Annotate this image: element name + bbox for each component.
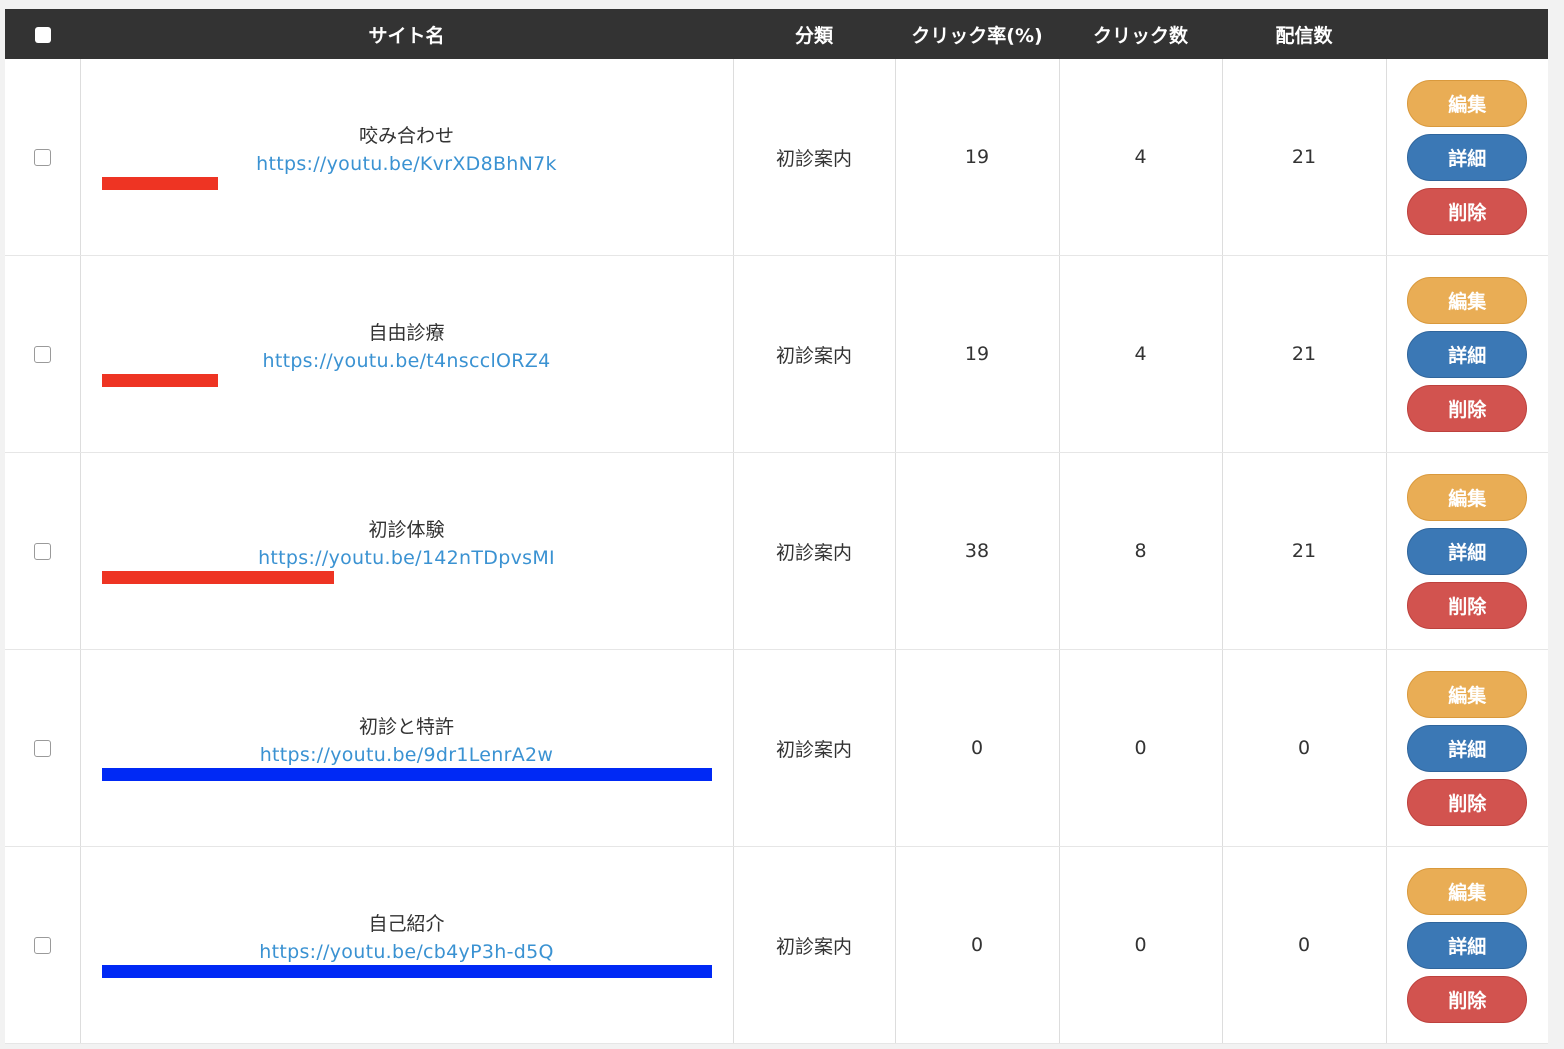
delete-button[interactable]: 削除: [1407, 384, 1528, 432]
table-row: 咬み合わせ https://youtu.be/KvrXD8BhN7k 初診案内 …: [5, 59, 1548, 256]
site-cell: 初診と特許 https://youtu.be/9dr1LenrA2w: [80, 649, 734, 847]
actions-cell: 編集 詳細 削除: [1386, 452, 1548, 650]
actions-cell: 編集 詳細 削除: [1386, 255, 1548, 453]
site-url-link[interactable]: https://youtu.be/cb4yP3h-d5Q: [81, 938, 733, 966]
row-select-cell: [5, 452, 81, 650]
click-rate-bar: [101, 374, 218, 387]
row-select-cell: [5, 846, 81, 1044]
site-name: 自由診療: [368, 322, 445, 344]
site-name: 咬み合わせ: [358, 125, 454, 147]
click-rate-cell: 0: [895, 846, 1060, 1044]
detail-button[interactable]: 詳細: [1407, 921, 1528, 969]
site-cell: 初診体験 https://youtu.be/142nTDpvsMI: [80, 452, 734, 650]
deliveries-cell: 21: [1222, 59, 1387, 256]
delete-button[interactable]: 削除: [1407, 581, 1528, 629]
delete-button[interactable]: 削除: [1407, 187, 1528, 235]
clicks-cell: 0: [1059, 846, 1223, 1044]
table-row: 初診と特許 https://youtu.be/9dr1LenrA2w 初診案内 …: [5, 649, 1548, 847]
clicks-cell: 4: [1059, 255, 1223, 453]
site-name: 初診と特許: [358, 716, 454, 738]
category-cell: 初診案内: [733, 255, 896, 453]
deliveries-cell: 0: [1222, 649, 1387, 847]
click-rate-bar: [101, 768, 712, 781]
click-rate-cell: 0: [895, 649, 1060, 847]
table-row: 初診体験 https://youtu.be/142nTDpvsMI 初診案内 3…: [5, 452, 1548, 650]
row-checkbox[interactable]: [33, 937, 51, 954]
header-clicks[interactable]: クリック数: [1059, 9, 1222, 59]
clicks-cell: 4: [1059, 59, 1223, 256]
click-rate-bar: [101, 571, 334, 584]
site-cell: 自己紹介 https://youtu.be/cb4yP3h-d5Q: [80, 846, 734, 1044]
click-rate-bar: [101, 177, 218, 190]
delete-button[interactable]: 削除: [1407, 975, 1528, 1023]
site-url-link[interactable]: https://youtu.be/t4nscclORZ4: [81, 347, 733, 375]
table-row: 自由診療 https://youtu.be/t4nscclORZ4 初診案内 1…: [5, 255, 1548, 453]
category-cell: 初診案内: [733, 846, 896, 1044]
edit-button[interactable]: 編集: [1407, 473, 1528, 521]
detail-button[interactable]: 詳細: [1407, 527, 1528, 575]
header-actions: [1386, 9, 1548, 59]
clicks-cell: 8: [1059, 452, 1223, 650]
deliveries-cell: 21: [1222, 255, 1387, 453]
row-checkbox[interactable]: [33, 543, 51, 560]
row-checkbox[interactable]: [33, 346, 51, 363]
clicks-cell: 0: [1059, 649, 1223, 847]
site-url-link[interactable]: https://youtu.be/9dr1LenrA2w: [81, 741, 733, 769]
header-select-all-cell: [5, 9, 80, 59]
site-url-link[interactable]: https://youtu.be/KvrXD8BhN7k: [81, 150, 733, 178]
deliveries-cell: 0: [1222, 846, 1387, 1044]
site-name: 自己紹介: [368, 913, 445, 935]
edit-button[interactable]: 編集: [1407, 670, 1528, 718]
site-cell: 咬み合わせ https://youtu.be/KvrXD8BhN7k: [80, 59, 734, 256]
edit-button[interactable]: 編集: [1407, 867, 1528, 915]
table-body: 咬み合わせ https://youtu.be/KvrXD8BhN7k 初診案内 …: [5, 59, 1548, 1044]
edit-button[interactable]: 編集: [1407, 79, 1528, 127]
click-rate-cell: 38: [895, 452, 1060, 650]
delete-button[interactable]: 削除: [1407, 778, 1528, 826]
click-rate-cell: 19: [895, 59, 1060, 256]
site-name: 初診体験: [368, 519, 445, 541]
actions-cell: 編集 詳細 削除: [1386, 649, 1548, 847]
actions-cell: 編集 詳細 削除: [1386, 846, 1548, 1044]
detail-button[interactable]: 詳細: [1407, 724, 1528, 772]
header-category[interactable]: 分類: [733, 9, 895, 59]
table-row: 自己紹介 https://youtu.be/cb4yP3h-d5Q 初診案内 0…: [5, 846, 1548, 1044]
site-cell: 自由診療 https://youtu.be/t4nscclORZ4: [80, 255, 734, 453]
row-select-cell: [5, 255, 81, 453]
row-checkbox[interactable]: [33, 149, 51, 166]
detail-button[interactable]: 詳細: [1407, 133, 1528, 181]
row-select-cell: [5, 59, 81, 256]
table-header-row: サイト名 分類 クリック率(%) クリック数 配信数: [5, 9, 1548, 59]
site-url-link[interactable]: https://youtu.be/142nTDpvsMI: [81, 544, 733, 572]
site-table-container: サイト名 分類 クリック率(%) クリック数 配信数 咬み合わせ https:/…: [5, 9, 1548, 1044]
category-cell: 初診案内: [733, 649, 896, 847]
header-click-rate[interactable]: クリック率(%): [895, 9, 1059, 59]
row-select-cell: [5, 649, 81, 847]
site-table: サイト名 分類 クリック率(%) クリック数 配信数 咬み合わせ https:/…: [5, 9, 1548, 1044]
category-cell: 初診案内: [733, 452, 896, 650]
click-rate-bar: [101, 965, 712, 978]
click-rate-cell: 19: [895, 255, 1060, 453]
row-checkbox[interactable]: [33, 740, 51, 757]
select-all-checkbox[interactable]: [34, 26, 51, 43]
category-cell: 初診案内: [733, 59, 896, 256]
detail-button[interactable]: 詳細: [1407, 330, 1528, 378]
header-deliveries[interactable]: 配信数: [1222, 9, 1386, 59]
edit-button[interactable]: 編集: [1407, 276, 1528, 324]
header-site-name[interactable]: サイト名: [80, 9, 733, 59]
actions-cell: 編集 詳細 削除: [1386, 59, 1548, 256]
deliveries-cell: 21: [1222, 452, 1387, 650]
